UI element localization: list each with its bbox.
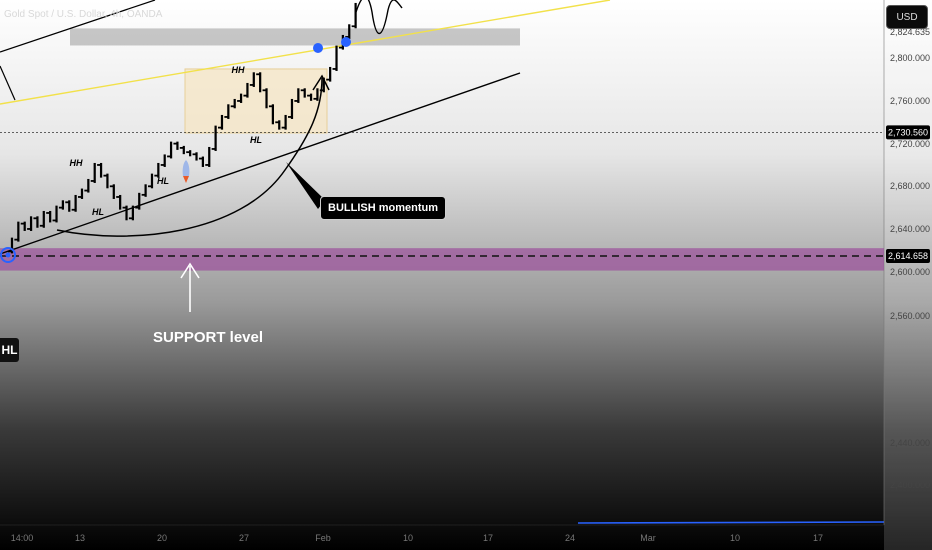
- candle: [17, 221, 20, 242]
- candle: [144, 184, 147, 197]
- candle: [252, 72, 255, 87]
- candle: [131, 205, 134, 221]
- breakout-marker: [313, 43, 323, 53]
- candle: [239, 93, 243, 103]
- candle: [201, 156, 204, 167]
- candle: [29, 216, 33, 231]
- support-level-label: SUPPORT level: [153, 329, 264, 346]
- swing-label: HL: [250, 135, 262, 145]
- candle: [335, 45, 338, 71]
- candle: [322, 77, 325, 93]
- candle: [99, 162, 103, 178]
- bottom-indicator-line: [577, 521, 885, 524]
- x-tick-label: 27: [239, 533, 249, 543]
- candle: [182, 145, 185, 155]
- consolidation-box: [184, 68, 328, 134]
- candle: [233, 98, 236, 109]
- support-zone: [0, 248, 884, 271]
- candle: [55, 205, 58, 223]
- x-tick-label: 24: [565, 533, 575, 543]
- candle: [68, 200, 71, 212]
- candle: [93, 162, 96, 183]
- x-tick-label: Mar: [640, 533, 656, 543]
- candle: [49, 210, 52, 223]
- y-tick-label: 2,400.000: [890, 480, 930, 490]
- currency-button[interactable]: USD: [886, 5, 928, 29]
- candle: [259, 72, 262, 93]
- y-tick-label: 2,760.000: [890, 96, 930, 106]
- candle: [163, 154, 166, 167]
- candle: [271, 104, 274, 125]
- candle: [138, 192, 141, 210]
- candle: [246, 82, 249, 98]
- candle: [214, 125, 217, 151]
- candle: [42, 210, 45, 228]
- candle: [36, 216, 39, 228]
- resistance-zone: [70, 28, 520, 46]
- candle: [23, 221, 26, 231]
- x-tick-label: 14:00: [11, 533, 34, 543]
- y-tick-label: 2,800.000: [890, 53, 930, 63]
- candle: [61, 200, 64, 210]
- candle: [150, 173, 154, 189]
- swing-label: HH: [232, 65, 245, 75]
- swing-label: HL: [92, 207, 104, 217]
- candle: [220, 114, 224, 130]
- y-tick-label: 2,560.000: [890, 311, 930, 321]
- candle: [119, 194, 122, 210]
- candle: [348, 24, 351, 39]
- candle: [106, 173, 109, 189]
- candle: [297, 88, 300, 103]
- candle: [329, 66, 332, 82]
- candle: [74, 194, 77, 212]
- price-chart[interactable]: HHHLHLHHHL 2,824.6352,800.0002,760.0002,…: [0, 0, 932, 550]
- candle: [87, 178, 90, 193]
- price-label: 2,614.658: [888, 251, 928, 261]
- symbol-title: Gold Spot / U.S. Dollar, 4h, OANDA: [4, 9, 163, 20]
- candle: [309, 93, 313, 101]
- x-tick-label: 20: [157, 533, 167, 543]
- retest-marker: [341, 37, 351, 47]
- candle: [278, 120, 281, 130]
- candle: [354, 2, 357, 29]
- y-tick-label: 2,720.000: [890, 139, 930, 149]
- chart-stage: HH HL HL HH HL 2,824.635 2,800.000 2,760.000 2,…: [0, 0, 932, 550]
- y-tick-label: 2,600.000: [890, 267, 930, 277]
- x-tick-label: 17: [813, 533, 823, 543]
- candle: [316, 88, 319, 101]
- swing-label: HL: [157, 176, 169, 186]
- candle: [125, 205, 128, 221]
- candle: [189, 150, 192, 157]
- hl-tag: HL: [0, 338, 19, 362]
- x-tick-label: 10: [403, 533, 413, 543]
- origin-marker-dot: [5, 252, 11, 258]
- x-tick-label: Feb: [315, 533, 331, 543]
- x-tick-label: 13: [75, 533, 85, 543]
- candle: [284, 114, 287, 130]
- x-tick-label: 10: [730, 533, 740, 543]
- candle: [303, 88, 306, 98]
- bullish-momentum-callout: BULLISH momentum: [320, 196, 446, 220]
- y-tick-label: 2,440.000: [890, 438, 930, 448]
- x-tick-label: 17: [483, 533, 493, 543]
- candle: [195, 152, 198, 161]
- candle: [176, 141, 179, 150]
- candle: [208, 146, 211, 167]
- swing-label: HH: [70, 158, 83, 168]
- candle: [290, 98, 294, 119]
- candle: [80, 188, 84, 199]
- y-tick-label: 2,680.000: [890, 181, 930, 191]
- candle: [265, 88, 268, 109]
- chart-background: [0, 0, 932, 550]
- candle: [227, 104, 230, 119]
- candle: [112, 184, 115, 199]
- y-tick-label: 2,640.000: [890, 224, 930, 234]
- candle: [169, 141, 173, 159]
- price-label: 2,730.560: [888, 127, 928, 137]
